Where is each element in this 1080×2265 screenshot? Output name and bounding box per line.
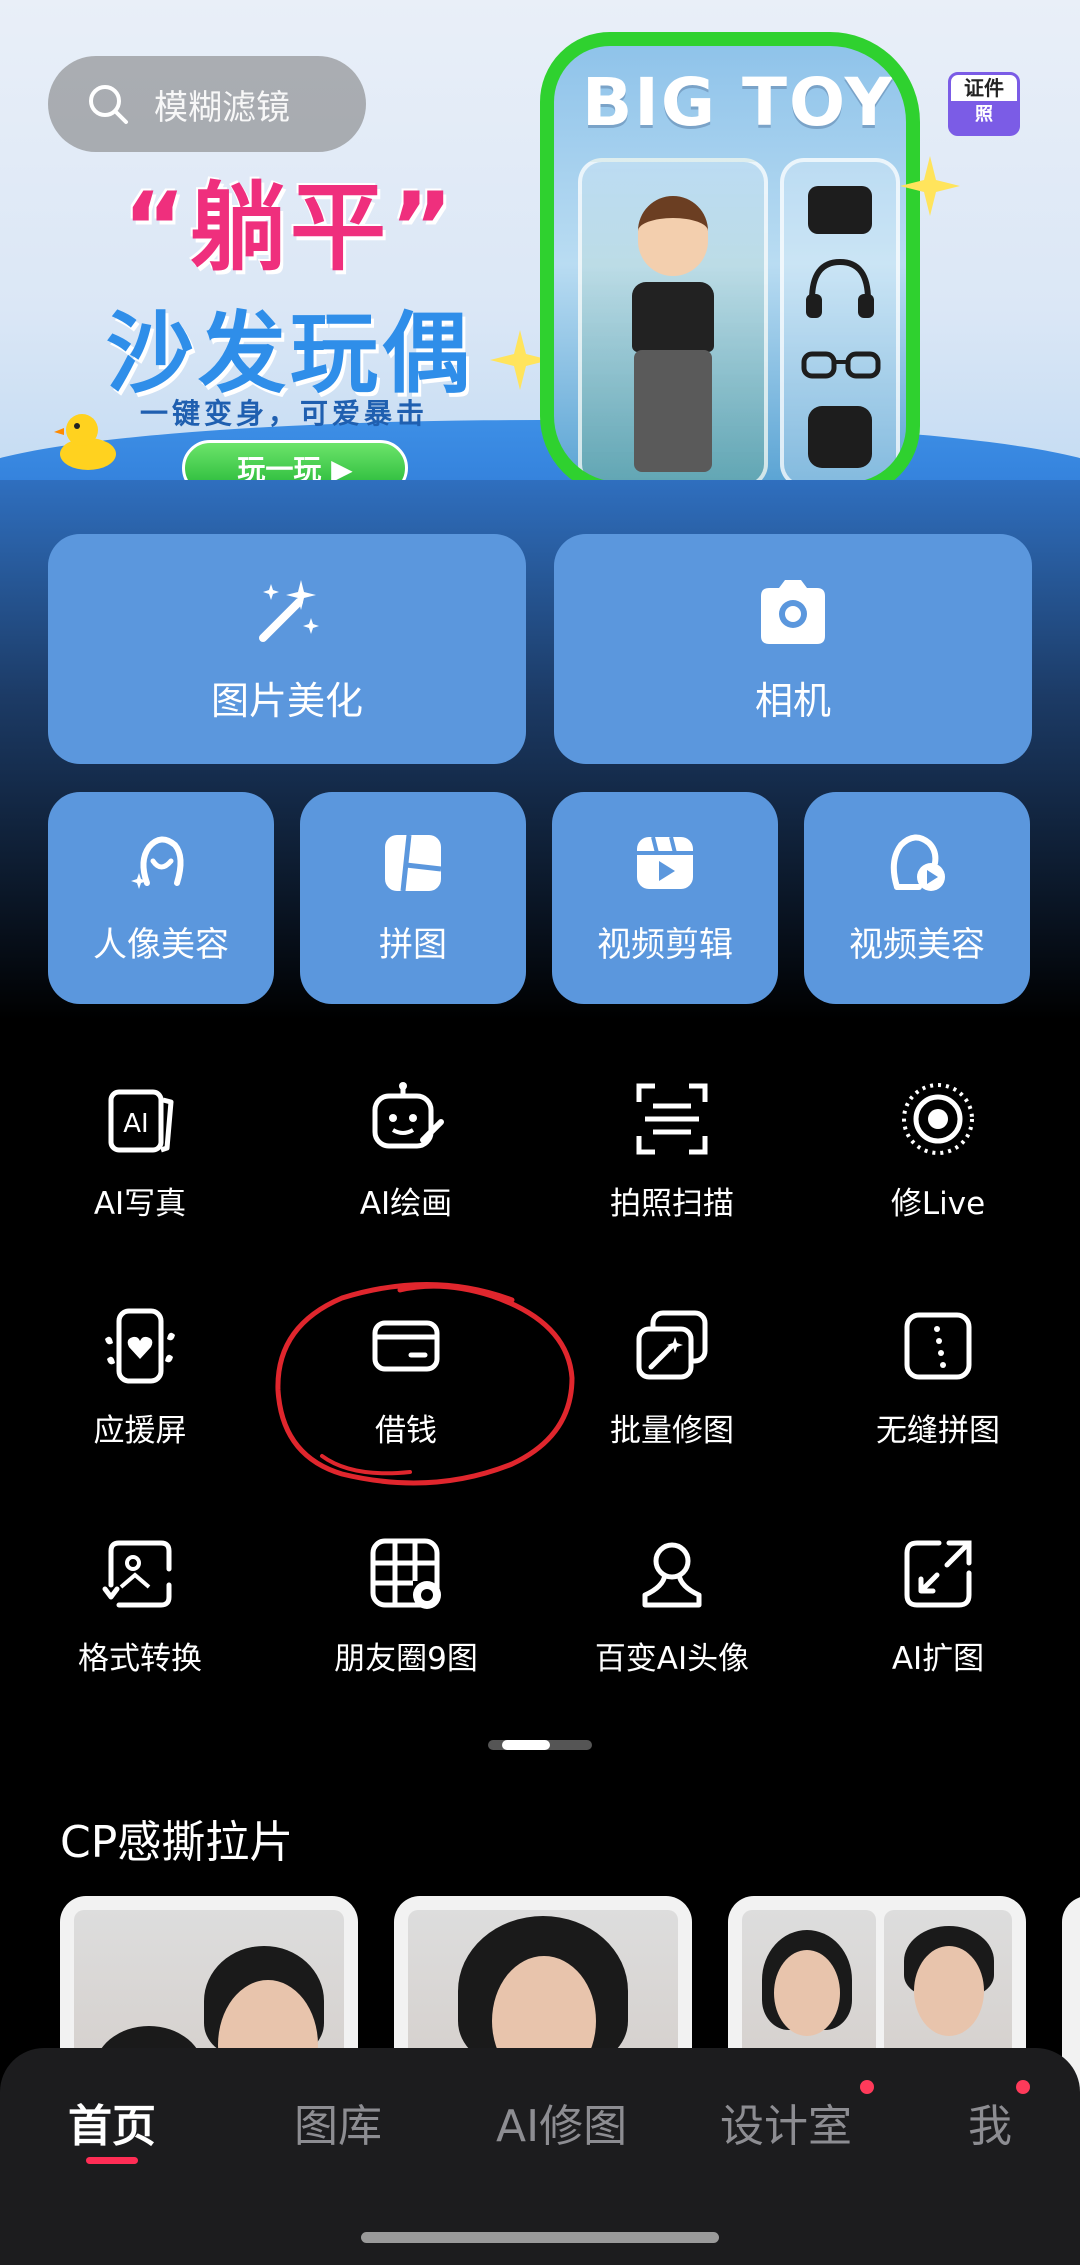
- ai-avatar-icon: [642, 1542, 702, 1608]
- cheer-screen-button[interactable]: 应援屏: [25, 1307, 255, 1477]
- photo-scan-button[interactable]: 拍照扫描: [557, 1080, 787, 1250]
- toy-promo-card[interactable]: BIG TOY: [540, 32, 920, 496]
- figure-body: [632, 282, 714, 352]
- portrait-beauty-button[interactable]: 人像美容: [48, 792, 274, 1004]
- tab-home[interactable]: 首页: [68, 2090, 156, 2154]
- format-convert-button[interactable]: 格式转换: [25, 1535, 255, 1705]
- glasses-icon: [801, 351, 881, 379]
- edit-live-button[interactable]: 修Live: [823, 1080, 1053, 1250]
- face-sparkle-icon: [131, 836, 184, 889]
- ai-avatar-button[interactable]: 百变AI头像: [557, 1535, 787, 1705]
- ai-expand-button[interactable]: AI扩图: [823, 1535, 1053, 1705]
- promo-title: “躺平” 沙发玩偶: [80, 150, 500, 410]
- ai-painting-button[interactable]: AI绘画: [291, 1080, 521, 1250]
- tab-me[interactable]: 我: [968, 2090, 1012, 2154]
- ai-portrait-label: AI写真: [93, 1186, 187, 1222]
- nine-grid-button[interactable]: 朋友圈9图: [291, 1535, 521, 1705]
- cheer-screen-icon: [105, 1308, 175, 1384]
- ai-avatar-label: 百变AI头像: [594, 1641, 750, 1677]
- ai-expand-label: AI扩图: [891, 1641, 985, 1677]
- wallet-accessory: [808, 186, 872, 234]
- ai-portrait-button[interactable]: AI AI写真: [25, 1080, 255, 1250]
- video-beauty-label: 视频美容: [849, 924, 985, 965]
- collage-icon: [385, 834, 442, 891]
- svg-text:AI: AI: [123, 1109, 148, 1139]
- figure-legs: [634, 350, 712, 472]
- id-photo-badge[interactable]: 证件 照: [948, 72, 1020, 136]
- hand-drawn-circle-annotation: [275, 1282, 575, 1486]
- nine-grid-label: 朋友圈9图: [334, 1641, 478, 1677]
- grid-pagination: [488, 1740, 592, 1750]
- cheer-screen-label: 应援屏: [93, 1413, 187, 1449]
- seamless-collage-icon: [904, 1312, 972, 1380]
- camera-icon: [761, 579, 825, 644]
- id-photo-label-bottom: 照: [975, 104, 993, 125]
- camera-button[interactable]: 相机: [554, 534, 1032, 764]
- duck-icon: [54, 414, 116, 470]
- ai-paint-icon: [372, 1082, 444, 1149]
- promo-title-line2: 沙发玩偶: [105, 302, 474, 405]
- video-beauty-button[interactable]: 视频美容: [804, 792, 1030, 1004]
- promo-subtitle: 一键变身，可爱暴击: [140, 397, 429, 430]
- backpack-accessory: [808, 406, 872, 468]
- tab-ai-retouch[interactable]: AI修图: [496, 2090, 627, 2154]
- sparkle-icon: [900, 156, 960, 216]
- design-studio-badge: [860, 2080, 874, 2094]
- me-badge: [1016, 2080, 1030, 2094]
- photo-face: [774, 1950, 840, 2036]
- seamless-collage-button[interactable]: 无缝拼图: [823, 1307, 1053, 1477]
- active-tab-indicator: [86, 2157, 138, 2164]
- figure-head: [638, 196, 708, 276]
- photo-scan-label: 拍照扫描: [610, 1186, 734, 1222]
- seamless-collage-label: 无缝拼图: [876, 1413, 1000, 1449]
- ai-painting-label: AI绘画: [359, 1186, 453, 1222]
- video-beauty-icon: [890, 834, 945, 891]
- format-convert-label: 格式转换: [78, 1641, 202, 1677]
- search-icon: [89, 85, 128, 124]
- photo-face: [914, 1946, 984, 2036]
- photo-beautify-label: 图片美化: [210, 678, 363, 723]
- photo-beautify-button[interactable]: 图片美化: [48, 534, 526, 764]
- portrait-beauty-label: 人像美容: [93, 924, 229, 965]
- video-edit-icon: [637, 836, 693, 889]
- promo-title-line1: “躺平”: [122, 172, 458, 284]
- headphones-icon: [806, 258, 874, 318]
- tab-gallery[interactable]: 图库: [294, 2090, 382, 2154]
- promo-banner[interactable]: 模糊滤镜 “躺平” 沙发玩偶 一键变身，可爱暴击 玩一玩 ▶ BIG TOY 证…: [0, 0, 1080, 560]
- batch-edit-button[interactable]: 批量修图: [557, 1307, 787, 1477]
- batch-edit-label: 批量修图: [610, 1413, 734, 1449]
- toy-title: BIG TOY: [582, 64, 895, 141]
- home-indicator: [361, 2232, 719, 2243]
- magic-wand-icon: [259, 579, 319, 642]
- camera-label: 相机: [754, 678, 831, 723]
- batch-edit-icon: [636, 1310, 708, 1380]
- live-photo-icon: [902, 1083, 974, 1155]
- edit-live-label: 修Live: [890, 1186, 986, 1222]
- id-photo-label-top: 证件: [964, 76, 1004, 100]
- tab-design-studio[interactable]: 设计室: [720, 2090, 852, 2154]
- nine-grid-icon: [370, 1538, 441, 1609]
- format-convert-icon: [102, 1540, 172, 1608]
- collage-button[interactable]: 拼图: [300, 792, 526, 1004]
- section-title: CP感撕拉片: [60, 1817, 294, 1868]
- ai-expand-icon: [904, 1540, 972, 1608]
- search-bar[interactable]: 模糊滤镜: [48, 56, 366, 152]
- collage-label: 拼图: [379, 924, 447, 965]
- video-edit-button[interactable]: 视频剪辑: [552, 792, 778, 1004]
- search-placeholder: 模糊滤镜: [154, 87, 290, 128]
- scan-icon: [636, 1083, 708, 1155]
- video-edit-label: 视频剪辑: [597, 924, 733, 965]
- ai-photo-icon: AI: [108, 1089, 174, 1153]
